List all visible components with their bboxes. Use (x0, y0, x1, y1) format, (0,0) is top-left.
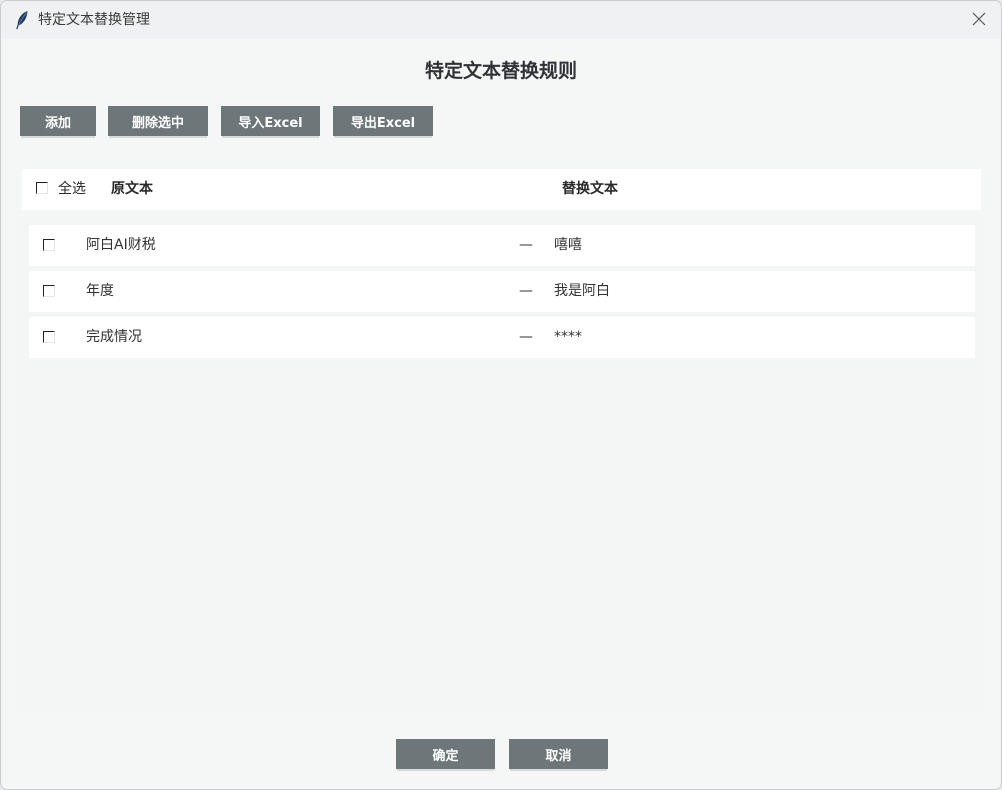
dialog-window: 特定文本替换管理 特定文本替换规则 添加 删除选中 导入Excel 导出Exce… (0, 0, 1002, 790)
add-button[interactable]: 添加 (20, 106, 96, 136)
feather-icon (14, 10, 30, 30)
original-text: 年度 (86, 283, 114, 299)
rules-list[interactable]: 阿白AI财税 — 嘻嘻 年度 — 我是阿白 完成情况 — **** (16, 218, 986, 714)
ok-button[interactable]: 确定 (396, 739, 495, 769)
table-row: 完成情况 — **** (29, 317, 975, 358)
export-excel-button[interactable]: 导出Excel (333, 106, 433, 136)
close-button[interactable] (957, 1, 1001, 39)
replacement-text: 我是阿白 (554, 283, 610, 299)
row-checkbox[interactable] (43, 331, 55, 343)
title-bar[interactable]: 特定文本替换管理 (1, 1, 1001, 39)
row-separator: — (519, 283, 533, 299)
replacement-text: 嘻嘻 (554, 237, 582, 253)
page-title: 特定文本替换规则 (424, 60, 577, 82)
row-checkbox[interactable] (43, 239, 55, 251)
select-all-checkbox[interactable] (36, 182, 48, 194)
import-excel-button[interactable]: 导入Excel (221, 106, 320, 136)
replacement-text: **** (554, 329, 582, 345)
row-separator: — (519, 237, 533, 253)
original-text: 完成情况 (86, 329, 142, 345)
row-checkbox[interactable] (43, 285, 55, 297)
row-separator: — (519, 329, 533, 345)
window-title: 特定文本替换管理 (38, 12, 150, 28)
table-row: 阿白AI财税 — 嘻嘻 (29, 225, 975, 266)
original-text: 阿白AI财税 (86, 237, 156, 253)
column-header-replacement: 替换文本 (562, 181, 618, 197)
close-icon (972, 11, 986, 30)
table-row: 年度 — 我是阿白 (29, 271, 975, 312)
delete-selected-button[interactable]: 删除选中 (108, 106, 208, 136)
column-header-original: 原文本 (111, 181, 153, 197)
select-all-label[interactable]: 全选 (58, 179, 86, 199)
dialog-content: 特定文本替换规则 添加 删除选中 导入Excel 导出Excel 全选 原文本 … (2, 39, 1000, 788)
table-header: 全选 原文本 替换文本 (22, 169, 981, 210)
cancel-button[interactable]: 取消 (509, 739, 608, 769)
